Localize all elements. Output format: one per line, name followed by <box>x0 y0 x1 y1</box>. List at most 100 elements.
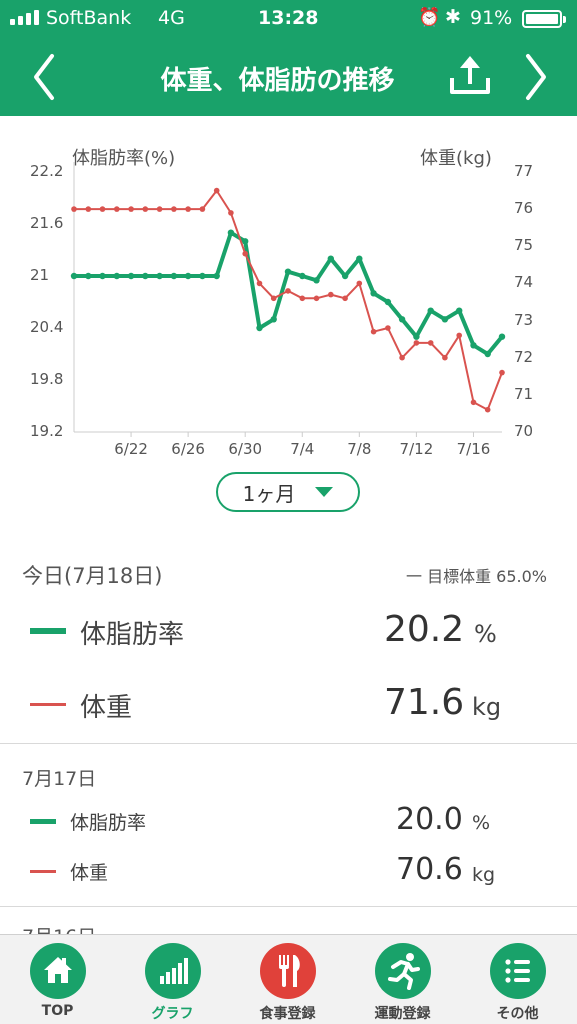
x-tick-label: 7/8 <box>347 440 372 458</box>
bar-chart-icon <box>145 943 201 999</box>
fat-data-point <box>199 272 206 280</box>
fat-data-point <box>227 229 235 236</box>
fat-data-point <box>441 316 449 323</box>
tab-label: グラフ <box>151 1006 194 1022</box>
fat-data-point <box>384 298 392 306</box>
weight-data-point <box>442 354 448 361</box>
nav-bar: 体重、体脂肪の推移 <box>0 38 577 116</box>
weight-data-point <box>356 280 363 287</box>
fat-data-point <box>341 272 349 280</box>
share-upload-icon[interactable] <box>444 52 496 102</box>
signal-icon <box>10 10 39 25</box>
weight-legend-swatch <box>30 703 66 706</box>
weight-data-point <box>313 295 320 302</box>
tab-other[interactable]: その他 <box>460 935 575 1024</box>
fat-data-point <box>170 272 178 280</box>
x-tick-label: 7/4 <box>290 440 315 458</box>
right-tick-label: 74 <box>514 273 534 292</box>
today-fat-value: 20.2 <box>384 609 465 650</box>
range-selector[interactable]: 1ヶ月 <box>216 472 360 512</box>
weight-data-point <box>242 250 248 257</box>
battery-percent: 91% <box>470 7 513 29</box>
running-icon <box>375 943 431 999</box>
fat-data-point <box>356 255 363 262</box>
fat-data-point <box>370 290 377 297</box>
right-tick-label: 77 <box>514 162 534 180</box>
right-tick-label: 72 <box>514 347 534 366</box>
fat-data-point <box>256 324 263 332</box>
fat-data-point <box>142 272 149 280</box>
previous-weight-label: 体重 <box>70 862 109 884</box>
tab-label: 運動登録 <box>374 1006 431 1022</box>
fat-data-point <box>313 277 320 284</box>
weight-data-point <box>456 332 463 339</box>
weight-series-line <box>73 189 503 411</box>
fat-data-point <box>242 238 249 245</box>
weight-data-point <box>270 295 277 302</box>
weight-data-point <box>470 399 477 406</box>
chart-plot <box>70 162 506 437</box>
weight-data-point <box>328 291 334 298</box>
tab-top[interactable]: TOP <box>0 935 115 1024</box>
weight-data-point <box>342 295 348 302</box>
weight-data-point <box>299 295 306 302</box>
weight-data-point <box>185 206 191 212</box>
fat-data-point <box>85 272 92 280</box>
fat-data-point <box>413 333 420 340</box>
tab-label: TOP <box>41 1003 74 1019</box>
weight-data-point <box>71 206 77 212</box>
weight-data-point <box>370 328 377 335</box>
fat-data-point <box>184 272 192 280</box>
weight-data-point <box>114 206 120 212</box>
fat-data-point <box>99 272 106 280</box>
weight-data-point <box>199 206 206 212</box>
fat-data-point <box>113 272 121 280</box>
fat-legend-swatch <box>30 819 56 824</box>
weight-legend-swatch <box>30 870 56 873</box>
range-label: 1ヶ月 <box>242 481 296 506</box>
fat-data-point <box>213 272 220 280</box>
previous-date: 7月17日 <box>22 768 97 790</box>
tab-meal[interactable]: 食事登録 <box>230 935 345 1024</box>
x-tick-label: 6/26 <box>171 440 205 458</box>
right-tick-label: 70 <box>514 422 534 440</box>
weight-data-point <box>99 206 106 212</box>
left-tick-label: 21 <box>30 266 50 284</box>
previous-weight-unit: kg <box>472 864 496 886</box>
fat-data-point <box>398 316 406 323</box>
fork-knife-icon <box>260 943 316 999</box>
tab-graph[interactable]: グラフ <box>115 935 230 1024</box>
weight-data-point <box>399 354 405 361</box>
fat-data-point <box>470 342 477 349</box>
previous-fat-unit: % <box>472 812 491 834</box>
chevron-right-icon[interactable] <box>514 50 554 104</box>
previous-weight-value: 70.6 <box>396 852 463 887</box>
tab-bar: TOP グラフ 食事登録 運動登録 その他 <box>0 934 577 1024</box>
right-tick-label: 71 <box>514 384 534 403</box>
left-tick-label: 20.4 <box>30 318 64 336</box>
weight-data-point <box>142 206 149 212</box>
tab-exercise[interactable]: 運動登録 <box>345 935 460 1024</box>
weight-data-point <box>499 369 505 376</box>
weight-data-point <box>171 206 177 212</box>
dropdown-arrow-icon <box>315 487 334 497</box>
right-tick-label: 73 <box>514 310 534 329</box>
fat-data-point <box>456 307 463 314</box>
weight-data-point <box>484 406 491 413</box>
fat-data-point <box>284 268 292 275</box>
weight-data-point <box>85 206 92 212</box>
weight-data-point <box>413 340 420 346</box>
x-tick-label: 7/12 <box>399 440 434 458</box>
right-tick-label: 76 <box>514 199 534 218</box>
weight-data-point <box>156 206 163 212</box>
goal-weight: 一 目標体重 65.0% <box>405 567 547 586</box>
weight-data-point <box>128 206 134 212</box>
weight-data-point <box>385 325 391 331</box>
x-tick-label: 7/16 <box>456 440 491 458</box>
left-tick-label: 21.6 <box>30 214 64 232</box>
divider <box>0 743 577 744</box>
x-tick-label: 6/30 <box>228 440 263 458</box>
left-tick-label: 22.2 <box>30 162 64 180</box>
status-bar: SoftBank 4G 13:28 ⏰ ✱ 91% <box>0 0 577 38</box>
network-type: 4G <box>158 7 185 29</box>
